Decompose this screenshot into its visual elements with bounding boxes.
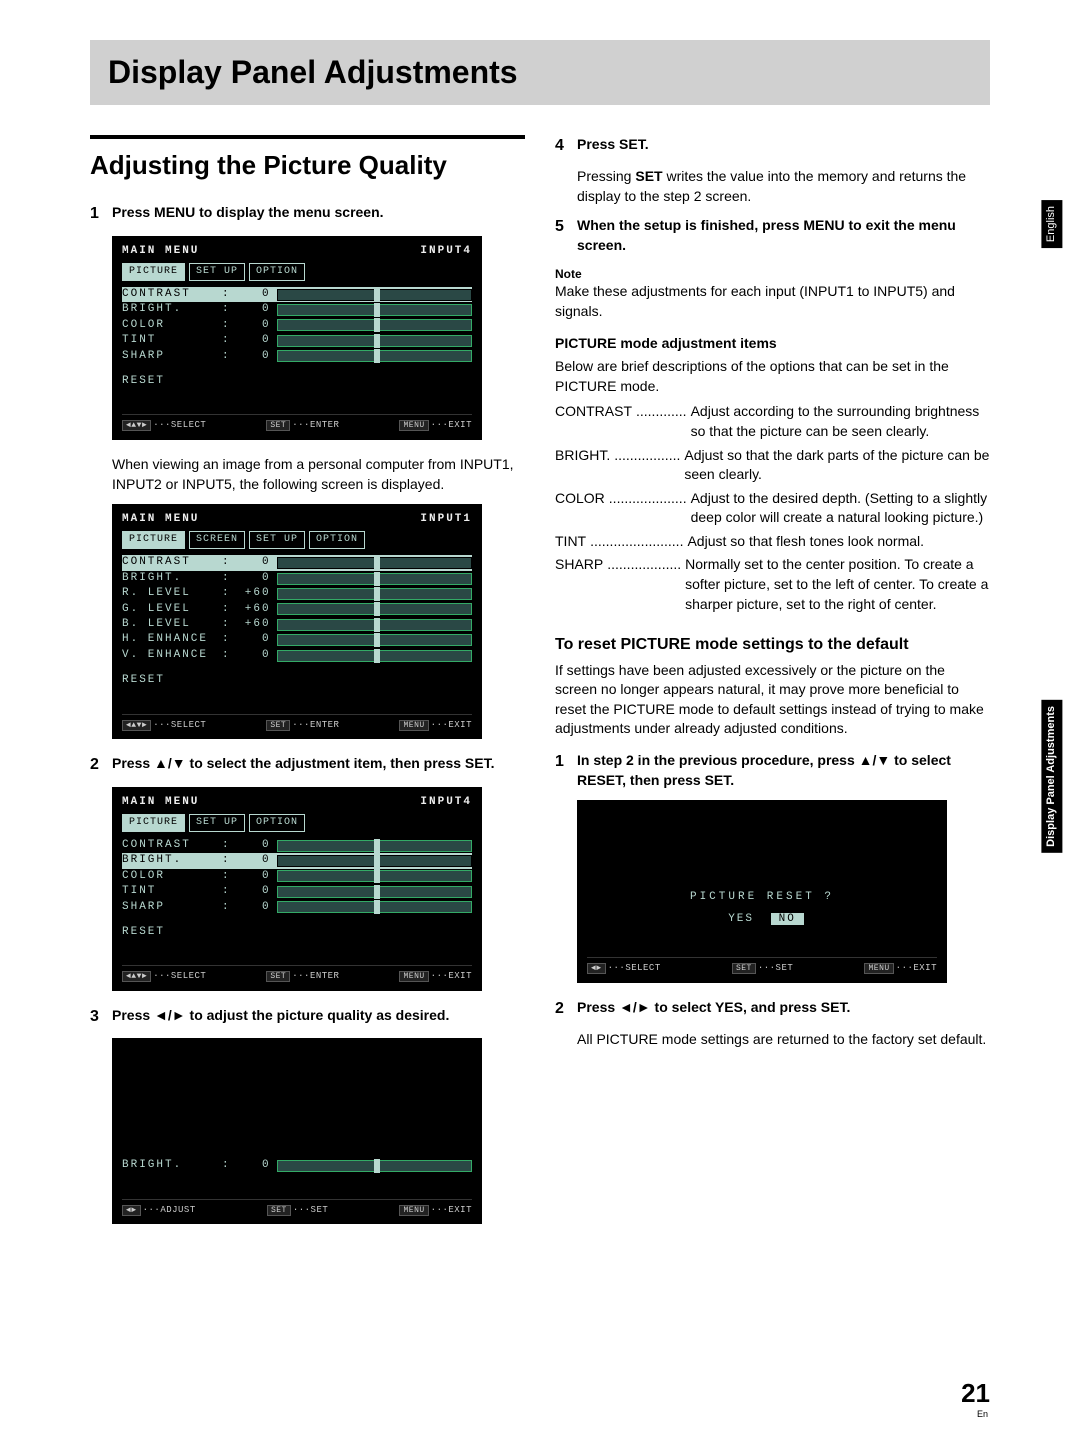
step-text: Press MENU to display the menu screen.	[112, 203, 525, 225]
def-sharp: SHARP...................Normally set to …	[555, 555, 990, 614]
step-4: 4 Press SET.	[555, 135, 990, 157]
reset-step-2-body: All PICTURE mode settings are returned t…	[577, 1030, 990, 1050]
key-set-icon: SET	[266, 420, 290, 431]
osd-adjust-label: BRIGHT.	[122, 1158, 222, 1173]
osd-tab-option[interactable]: OPTION	[249, 263, 305, 281]
osd-row[interactable]: BRIGHT.:0	[122, 302, 472, 317]
osd-tab-setup[interactable]: SET UP	[249, 531, 305, 549]
page-number: 21	[961, 1375, 990, 1411]
osd-tab-setup[interactable]: SET UP	[189, 263, 245, 281]
osd-title: MAIN MENU	[122, 244, 199, 259]
note-body: Make these adjustments for each input (I…	[555, 282, 990, 321]
step-text: Press ▲/▼ to select the adjustment item,…	[112, 754, 525, 776]
osd-screen-adjust-bright: BRIGHT.:0 ◄►···ADJUST SET···SET MENU···E…	[112, 1038, 482, 1224]
step-1-body: When viewing an image from a personal co…	[112, 455, 525, 494]
osd-tab-screen[interactable]: SCREEN	[189, 531, 245, 549]
adjustment-items-header: PICTURE mode adjustment items	[555, 334, 990, 354]
side-tab-language: English	[1041, 200, 1062, 248]
step-text: When the setup is finished, press MENU t…	[577, 216, 990, 255]
key-menu-icon: MENU	[399, 420, 428, 431]
side-tab-chapter: Display Panel Adjustments	[1041, 700, 1062, 853]
step-number: 1	[90, 203, 112, 225]
step-number: 5	[555, 216, 577, 255]
osd-screen-reset-confirm: PICTURE RESET ? YES NO ◄►···SELECT SET··…	[577, 800, 947, 982]
osd-tab-option[interactable]: OPTION	[309, 531, 365, 549]
osd-row[interactable]: SHARP:0	[122, 349, 472, 364]
step-1: 1 Press MENU to display the menu screen.	[90, 203, 525, 225]
def-contrast: CONTRAST.............Adjust according to…	[555, 402, 990, 441]
osd-tab-picture[interactable]: PICTURE	[122, 531, 185, 549]
step-text: Press SET.	[577, 135, 990, 157]
osd-input: INPUT1	[420, 512, 472, 527]
osd-row[interactable]: TINT:0	[122, 884, 472, 899]
osd-reset[interactable]: RESET	[122, 673, 222, 688]
step-text: Press ◄/► to adjust the picture quality …	[112, 1006, 525, 1028]
osd-row[interactable]: BRIGHT.:0	[122, 853, 472, 868]
left-column: Adjusting the Picture Quality 1 Press ME…	[90, 135, 525, 1240]
reset-intro: If settings have been adjusted excessive…	[555, 661, 990, 739]
osd-reset-question: PICTURE RESET ?	[587, 890, 937, 905]
note-label: Note	[555, 266, 990, 283]
reset-step-1: 1 In step 2 in the previous procedure, p…	[555, 751, 990, 790]
page-lang-short: En	[977, 1408, 988, 1421]
osd-tab-picture[interactable]: PICTURE	[122, 263, 185, 281]
step-text: In step 2 in the previous procedure, pre…	[577, 751, 990, 790]
step-text: Press ◄/► to select YES, and press SET.	[577, 998, 990, 1020]
osd-row[interactable]: R. LEVEL:+60	[122, 586, 472, 601]
osd-row[interactable]: V. ENHANCE:0	[122, 648, 472, 663]
section-title: Adjusting the Picture Quality	[90, 147, 525, 183]
reset-step-2: 2 Press ◄/► to select YES, and press SET…	[555, 998, 990, 1020]
definitions-list: CONTRAST.............Adjust according to…	[555, 402, 990, 614]
right-column: 4 Press SET. Pressing SET writes the val…	[555, 135, 990, 1240]
osd-row[interactable]: H. ENHANCE:0	[122, 632, 472, 647]
step-number: 2	[555, 998, 577, 1020]
manual-page: Display Panel Adjustments English Displa…	[0, 0, 1080, 1441]
osd-row[interactable]: B. LEVEL:+60	[122, 617, 472, 632]
osd-reset-no[interactable]: NO	[771, 913, 804, 925]
osd-row[interactable]: COLOR:0	[122, 869, 472, 884]
step-number: 3	[90, 1006, 112, 1028]
osd-row[interactable]: SHARP:0	[122, 900, 472, 915]
adjustment-items-intro: Below are brief descriptions of the opti…	[555, 357, 990, 396]
step-number: 1	[555, 751, 577, 790]
osd-reset-yes[interactable]: YES	[720, 913, 762, 925]
reset-header: To reset PICTURE mode settings to the de…	[555, 634, 990, 656]
rule	[90, 135, 525, 139]
osd-title: MAIN MENU	[122, 512, 199, 527]
step-3: 3 Press ◄/► to adjust the picture qualit…	[90, 1006, 525, 1028]
step-4-body: Pressing SET writes the value into the m…	[577, 167, 990, 206]
step-number: 4	[555, 135, 577, 157]
osd-screen-picture-input1: MAIN MENU INPUT1 PICTURE SCREEN SET UP OP…	[112, 504, 482, 739]
osd-input: INPUT4	[420, 244, 472, 259]
key-nav-icon: ◄▲▼►	[122, 420, 151, 431]
osd-screen-picture-input4: MAIN MENU INPUT4 PICTURE SET UP OPTION CO…	[112, 236, 482, 440]
chapter-title: Display Panel Adjustments	[108, 50, 972, 95]
osd-row[interactable]: CONTRAST:0	[122, 287, 472, 302]
def-tint: TINT........................Adjust so th…	[555, 532, 990, 552]
step-5: 5 When the setup is finished, press MENU…	[555, 216, 990, 255]
osd-row[interactable]: G. LEVEL:+60	[122, 602, 472, 617]
osd-reset[interactable]: RESET	[122, 374, 222, 389]
step-number: 2	[90, 754, 112, 776]
def-bright: BRIGHT..................Adjust so that t…	[555, 446, 990, 485]
def-color: COLOR....................Adjust to the d…	[555, 489, 990, 528]
osd-adjust-value: 0	[231, 1158, 271, 1173]
osd-row[interactable]: COLOR:0	[122, 318, 472, 333]
osd-row[interactable]: CONTRAST:0	[122, 838, 472, 853]
step-2: 2 Press ▲/▼ to select the adjustment ite…	[90, 754, 525, 776]
osd-row[interactable]: TINT:0	[122, 333, 472, 348]
osd-row[interactable]: BRIGHT.:0	[122, 571, 472, 586]
osd-slider[interactable]	[277, 1160, 472, 1172]
two-column-layout: Adjusting the Picture Quality 1 Press ME…	[90, 135, 990, 1240]
osd-row[interactable]: CONTRAST:0	[122, 555, 472, 570]
chapter-title-bar: Display Panel Adjustments	[90, 40, 990, 105]
osd-screen-bright-selected: MAIN MENUINPUT4 PICTURE SET UP OPTION CO…	[112, 787, 482, 991]
